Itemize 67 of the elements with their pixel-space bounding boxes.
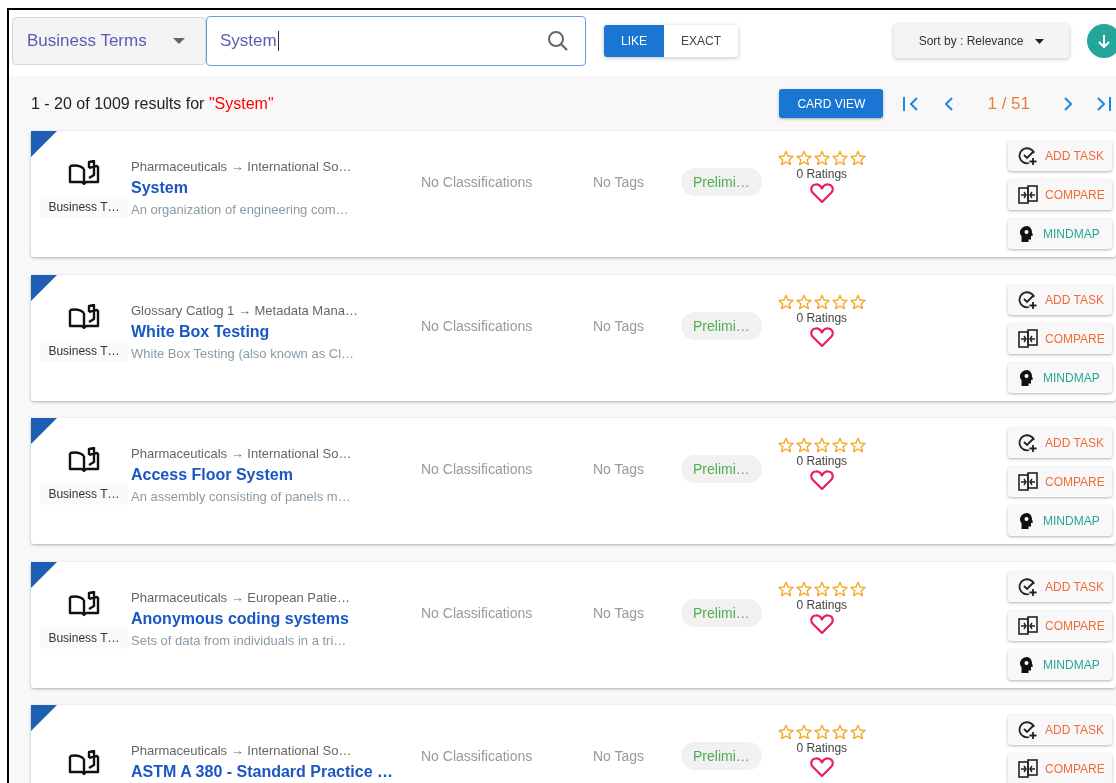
category-label: Business Terms <box>27 31 147 51</box>
type-label: Business T… <box>40 483 128 505</box>
status-chip: Prelimi… <box>681 311 762 340</box>
term-title-link[interactable]: ASTM A 380 - Standard Practice … <box>131 763 421 781</box>
term-title-link[interactable]: Anonymous coding systems <box>131 609 421 628</box>
breadcrumb-path: Pharmaceuticals → International So… <box>131 159 353 174</box>
classifications-text: No Classifications <box>421 174 534 190</box>
classifications-text: No Classifications <box>421 748 534 764</box>
tags-text: No Tags <box>593 748 646 764</box>
mindmap-button[interactable]: MINDMAP <box>1008 506 1112 536</box>
task-button[interactable]: ADD TASK <box>1008 141 1112 171</box>
ratings-count: 0 Ratings <box>796 454 848 468</box>
status-chip: Prelimi… <box>681 598 762 627</box>
page-indicator: 1 / 51 <box>987 93 1030 114</box>
classifications-text: No Classifications <box>421 604 534 621</box>
task-button[interactable]: ADD TASK <box>1008 715 1112 745</box>
breadcrumb-path: Glossary Catlog 1 → Metadata Mana… <box>131 302 359 318</box>
result-card[interactable]: Business T… Glossary Catlog 1 → Metadata Mana… White Box Testing White Box Testing (also known as Cl… No Classifications No Tags Prelimi… 0 Ratings ADD TASK COMPARE MINDMAP <box>31 274 1116 401</box>
search-query: System <box>220 31 279 51</box>
breadcrumb-path: Pharmaceuticals → International So… <box>131 446 353 461</box>
result-card[interactable]: Pharmaceuticals → International So… ASTM A 380 - Standard Practice … No Classifications No Tags Prelimi… 0 Ratings ADD TASK COMPARE <box>31 705 1116 783</box>
type-label: Business T… <box>40 339 128 362</box>
card-view-button[interactable]: CARD VIEW <box>779 89 884 118</box>
status-chip: Prelimi… <box>681 742 762 770</box>
mindmap-button[interactable]: MINDMAP <box>1008 219 1112 249</box>
compare-button[interactable]: COMPARE <box>1008 180 1112 210</box>
ratings-count: 0 Ratings <box>796 167 848 181</box>
search-field[interactable]: System <box>206 16 586 66</box>
breadcrumb-path: Pharmaceuticals → European Patie… <box>131 589 351 605</box>
sort-dropdown[interactable]: Sort by : Relevance <box>894 24 1069 58</box>
mindmap-button[interactable]: MINDMAP <box>1008 362 1112 393</box>
status-chip: Prelimi… <box>681 455 762 483</box>
result-card[interactable]: Business T… Pharmaceuticals → International So… System An organization of engineering com… No Classifications No Tags Prelimi… 0 Ratings ADD TASK COMPARE MINDMAP <box>31 131 1116 257</box>
mindmap-button[interactable]: MINDMAP <box>1008 649 1112 680</box>
compare-button[interactable]: COMPARE <box>1008 323 1112 354</box>
tags-text: No Tags <box>593 317 646 334</box>
tags-text: No Tags <box>593 604 646 621</box>
match-mode-toggle[interactable]: EXACT <box>664 25 739 57</box>
term-title-link[interactable]: White Box Testing <box>131 322 421 341</box>
status-chip: Prelimi… <box>681 168 762 196</box>
classifications-text: No Classifications <box>421 317 534 334</box>
tags-text: No Tags <box>593 174 646 190</box>
task-button[interactable]: ADD TASK <box>1008 284 1112 315</box>
results-summary: 1 - 20 of 1009 results for "System" <box>31 94 274 113</box>
type-label: Business T… <box>40 196 128 218</box>
term-title-link[interactable]: System <box>131 179 421 197</box>
ratings-count: 0 Ratings <box>796 597 848 612</box>
ratings-count: 0 Ratings <box>796 741 848 755</box>
category-dropdown[interactable]: Business Terms <box>12 17 206 65</box>
term-description: An organization of engineering com… <box>131 202 350 217</box>
type-label: Business T… <box>40 626 128 649</box>
classifications-text: No Classifications <box>421 461 534 477</box>
result-card[interactable]: Business T… Pharmaceuticals → European Patie… Anonymous coding systems Sets of data from individuals in a tri… No Classifications No Tags Prelimi… 0 Ratings ADD TASK COMPARE MINDMAP <box>31 561 1116 688</box>
tags-text: No Tags <box>593 461 646 477</box>
term-description: Sets of data from individuals in a tri… <box>131 632 348 648</box>
compare-button[interactable]: COMPARE <box>1008 610 1112 641</box>
compare-button[interactable]: COMPARE <box>1008 754 1112 783</box>
term-description: White Box Testing (also known as Cl… <box>131 345 356 361</box>
match-mode-toggle[interactable]: LIKE <box>604 25 664 57</box>
term-title-link[interactable]: Access Floor System <box>131 466 421 484</box>
breadcrumb-path: Pharmaceuticals → International So… <box>131 743 353 758</box>
task-button[interactable]: ADD TASK <box>1008 428 1112 458</box>
term-description: An assembly consisting of panels m… <box>131 489 352 504</box>
result-card[interactable]: Business T… Pharmaceuticals → International So… Access Floor System An assembly consisting of panels m… No Classifications No Tags Prelimi… 0 Ratings ADD TASK COMPARE MINDMAP <box>31 418 1116 544</box>
task-button[interactable]: ADD TASK <box>1008 571 1112 602</box>
ratings-count: 0 Ratings <box>796 310 848 325</box>
compare-button[interactable]: COMPARE <box>1008 467 1112 497</box>
